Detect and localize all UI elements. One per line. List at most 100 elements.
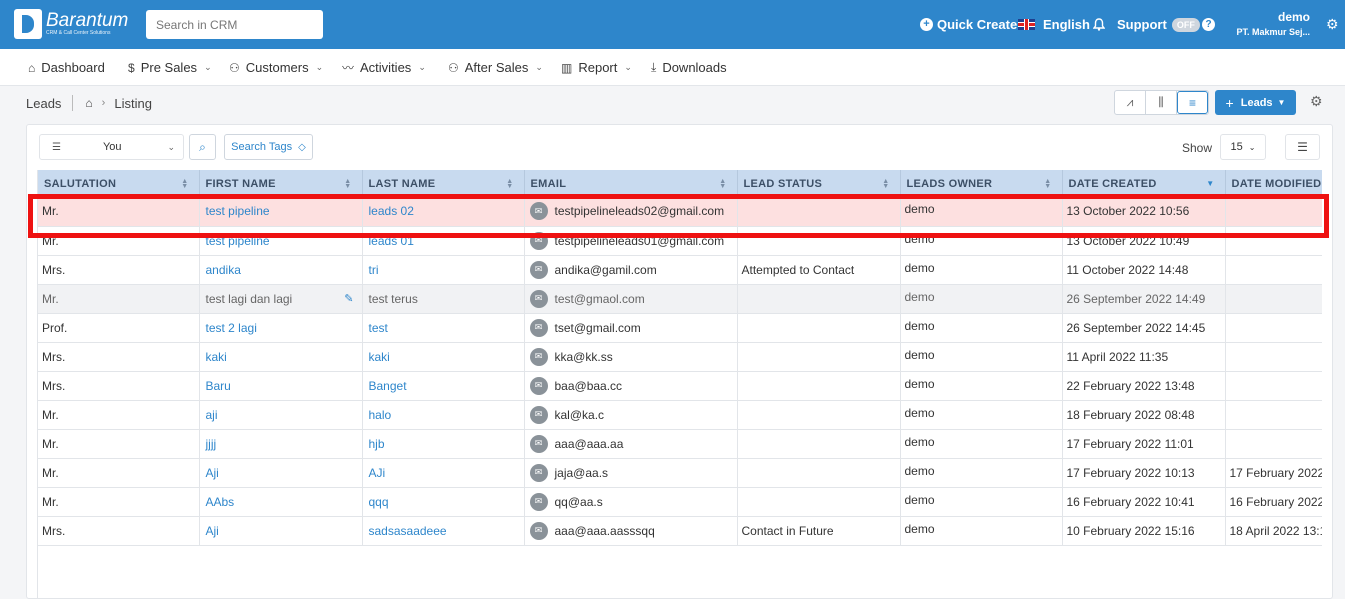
cell-last-name[interactable]: hjb (362, 429, 525, 459)
cell-first-name[interactable]: kaki (199, 342, 363, 372)
cell-last-name[interactable]: test terus (362, 284, 525, 314)
first-name-link[interactable]: Baru (206, 379, 231, 393)
envelope-icon[interactable]: ✉ (529, 492, 548, 511)
bell-icon[interactable] (1093, 0, 1107, 49)
support-toggle[interactable]: Support OFF (1117, 0, 1200, 49)
column-header-first-name[interactable]: FIRST NAME ▲ ▼ (199, 170, 363, 197)
cell-first-name[interactable]: Aji (199, 516, 363, 546)
table-row[interactable]: Mrs. andika tri ✉ andika@gamil.com Attempted … (38, 255, 1322, 285)
cell-first-name[interactable]: test lagi dan lagi ✎ (199, 284, 363, 314)
first-name-link[interactable]: aji (206, 408, 218, 422)
first-name-link[interactable]: AAbs (206, 495, 235, 509)
table-row[interactable]: Mrs. kaki kaki ✉ kka@kk.ss demo 11 April 2022 … (38, 342, 1322, 372)
nav-activities[interactable]: 〰 Activities ⌄ (342, 49, 426, 86)
nav-report[interactable]: ▥ Report ⌄ (561, 49, 632, 86)
brand-logo[interactable]: Barantum CRM & Call Center Solutions (14, 9, 128, 39)
envelope-icon[interactable]: ✉ (529, 521, 548, 540)
table-row[interactable]: Mr. test pipeline leads 01 ✉ testpipelinelea… (38, 226, 1322, 256)
column-header-lead-status[interactable]: LEAD STATUS ▲ ▼ (737, 170, 901, 197)
column-settings-icon[interactable]: ☰ (1285, 134, 1320, 160)
table-row[interactable]: Mrs. Baru Banget ✉ baa@baa.cc demo 22 February… (38, 371, 1322, 401)
first-name-link[interactable]: test pipeline (206, 204, 270, 218)
envelope-icon[interactable]: ✉ (529, 202, 548, 221)
page-size-select[interactable]: 15 ⌄ (1220, 134, 1266, 160)
cell-last-name[interactable]: AJi (362, 458, 525, 488)
column-header-date-modified[interactable]: DATE MODIFIED (1225, 170, 1322, 197)
cell-first-name[interactable]: test pipeline (199, 197, 363, 227)
add-leads-button[interactable]: + Leads ▼ (1215, 90, 1296, 115)
envelope-icon[interactable]: ✉ (529, 376, 548, 395)
table-row[interactable]: Mr. jjjj hjb ✉ aaa@aaa.aa demo 17 February 202… (38, 429, 1322, 459)
first-name-link[interactable]: Aji (206, 524, 219, 538)
cell-first-name[interactable]: jjjj (199, 429, 363, 459)
first-name-link[interactable]: jjjj (206, 437, 217, 451)
page-settings-gear-icon[interactable]: ⚙ (1310, 93, 1323, 110)
table-row[interactable]: Mr. AAbs qqq ✉ qq@aa.s demo 16 February 2022 1… (38, 487, 1322, 517)
cell-last-name[interactable]: leads 02 (362, 197, 525, 227)
cell-first-name[interactable]: AAbs (199, 487, 363, 517)
first-name-link[interactable]: test lagi dan lagi (206, 292, 293, 306)
envelope-icon[interactable]: ✉ (529, 318, 548, 337)
settings-gear-icon[interactable]: ⚙ (1326, 16, 1339, 33)
home-icon[interactable]: ⌂ (85, 96, 92, 110)
search-icon[interactable]: ⌕ (189, 134, 216, 160)
last-name-link[interactable]: hjb (369, 437, 385, 451)
envelope-icon[interactable]: ✉ (529, 260, 548, 279)
cell-last-name[interactable]: halo (362, 400, 525, 430)
last-name-link[interactable]: sadsasaadeee (369, 524, 447, 538)
envelope-icon[interactable]: ✉ (529, 463, 548, 482)
table-row[interactable]: Prof. test 2 lagi test ✉ tset@gmail.com demo 2… (38, 313, 1322, 343)
leads-table-container[interactable]: SALUTATION ▲ ▼ FIRST NAME ▲ ▼ LAST NAME ▲ ▼ EM… (37, 170, 1322, 599)
cell-last-name[interactable]: tri (362, 255, 525, 285)
first-name-link[interactable]: Aji (206, 466, 219, 480)
user-menu[interactable]: demo PT. Makmur Sej... (1225, 10, 1310, 38)
envelope-icon[interactable]: ✉ (529, 434, 548, 453)
help-button[interactable]: ? (1202, 0, 1215, 49)
search-tags-button[interactable]: Search Tags ◇ (224, 134, 313, 160)
envelope-icon[interactable]: ✉ (529, 231, 548, 250)
last-name-link[interactable]: test terus (369, 292, 418, 306)
cell-last-name[interactable]: leads 01 (362, 226, 525, 256)
table-row[interactable]: Mr. Aji AJi ✉ jaja@aa.s demo 17 February 2022 … (38, 458, 1322, 488)
last-name-link[interactable]: tri (369, 263, 379, 277)
last-name-link[interactable]: qqq (369, 495, 389, 509)
nav-dashboard[interactable]: ⌂ Dashboard (28, 49, 105, 86)
envelope-icon[interactable]: ✉ (529, 289, 548, 308)
envelope-icon[interactable]: ✉ (529, 347, 548, 366)
first-name-link[interactable]: test pipeline (206, 234, 270, 248)
envelope-icon[interactable]: ✉ (529, 405, 548, 424)
last-name-link[interactable]: halo (369, 408, 392, 422)
cell-last-name[interactable]: Banget (362, 371, 525, 401)
column-header-email[interactable]: EMAIL ▲ ▼ (524, 170, 738, 197)
last-name-link[interactable]: leads 02 (369, 204, 414, 218)
nav-after-sales[interactable]: ⚇ After Sales ⌄ (448, 49, 543, 86)
edit-pencil-icon[interactable]: ✎ (344, 292, 353, 305)
cell-first-name[interactable]: test pipeline (199, 226, 363, 256)
cell-first-name[interactable]: Aji (199, 458, 363, 488)
table-row[interactable]: Mr. aji halo ✉ kal@ka.c demo 18 February 2022 … (38, 400, 1322, 430)
column-header-date-created[interactable]: DATE CREATED ▼ (1062, 170, 1226, 197)
column-header-last-name[interactable]: LAST NAME ▲ ▼ (362, 170, 525, 197)
cell-first-name[interactable]: test 2 lagi (199, 313, 363, 343)
chart-view-button[interactable]: ⩘ (1115, 91, 1146, 114)
table-row[interactable]: Mr. test pipeline leads 02 ✉ testpipelinelea… (38, 197, 1322, 227)
list-view-button[interactable]: ≡ (1177, 91, 1208, 114)
last-name-link[interactable]: test (369, 321, 388, 335)
cell-last-name[interactable]: test (362, 313, 525, 343)
cell-last-name[interactable]: sadsasaadeee (362, 516, 525, 546)
last-name-link[interactable]: kaki (369, 350, 390, 364)
column-header-salutation[interactable]: SALUTATION ▲ ▼ (38, 170, 200, 197)
cell-first-name[interactable]: aji (199, 400, 363, 430)
kanban-view-button[interactable]: ⫼ (1146, 91, 1177, 114)
table-row[interactable]: Mrs. Aji sadsasaadeee ✉ aaa@aaa.aasssqq Conta… (38, 516, 1322, 546)
last-name-link[interactable]: AJi (369, 466, 386, 480)
column-header-leads-owner[interactable]: LEADS OWNER ▲ ▼ (900, 170, 1063, 197)
first-name-link[interactable]: andika (206, 263, 241, 277)
crm-search-input[interactable] (146, 10, 323, 39)
last-name-link[interactable]: Banget (369, 379, 407, 393)
first-name-link[interactable]: kaki (206, 350, 227, 364)
cell-first-name[interactable]: andika (199, 255, 363, 285)
nav-customers[interactable]: ⚇ Customers ⌄ (229, 49, 323, 86)
nav-downloads[interactable]: ⤓ Downloads (651, 49, 727, 86)
owner-filter-select[interactable]: ☰ You ⌄ (39, 134, 184, 160)
